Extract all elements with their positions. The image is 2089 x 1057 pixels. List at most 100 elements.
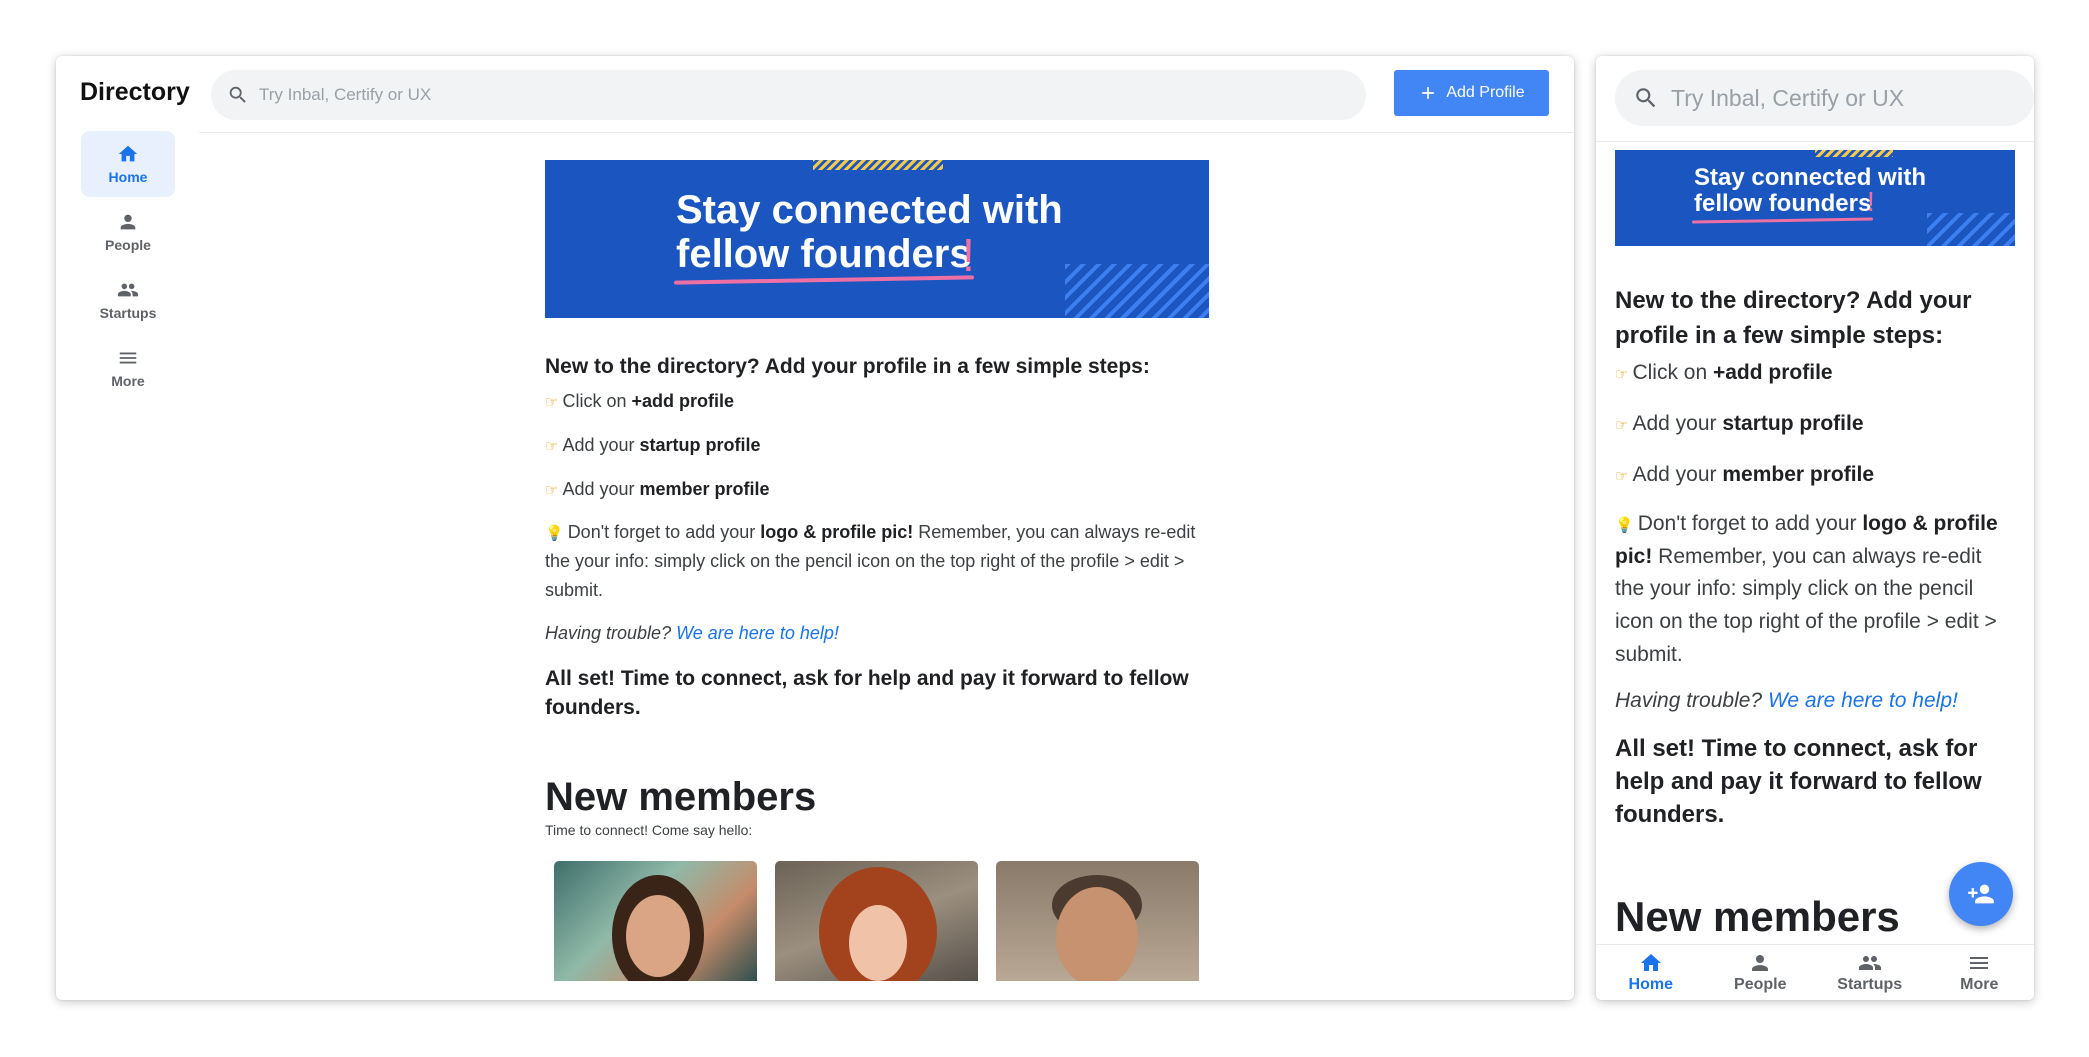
person-add-icon [1968,884,1994,904]
person-icon [120,214,136,230]
member-card[interactable] [996,860,1199,981]
tip-text-end: Remember, you can always re-edit the you… [1615,544,1997,666]
pointing-hand-icon: ☞ [1615,364,1629,383]
help-text: Having trouble? [1615,688,1768,712]
group-icon [117,283,139,297]
member-card[interactable] [775,860,978,981]
intro-title: New to the directory? Add your profile i… [1615,287,1972,349]
help-line: Having trouble? We are here to help! [545,623,1209,644]
sidebar-item-label: Startups [99,305,157,321]
step-item: ☞ Click on +add profile [545,389,1209,414]
hero-banner: Stay connected with fellow founders ! [545,160,1209,318]
help-line: Having trouble? We are here to help! [1615,689,2015,713]
search-bar[interactable] [211,70,1366,120]
banner-exclamation: ! [962,229,975,281]
header-divider [1596,141,2034,142]
bottom-tab-home[interactable]: Home [1596,945,1706,1000]
tip-paragraph: 💡 Don't forget to add your logo & profile… [1615,508,2015,672]
step-item: ☞ Add your startup profile [1615,409,2015,438]
bottom-tab-label: More [1960,976,1999,993]
search-icon [229,86,246,103]
search-input[interactable] [1671,84,1992,112]
step-text: Add your [562,479,640,500]
banner-stripe-decoration [813,160,943,170]
mobile-view: Stay connected with fellow founders ! Ne… [1596,56,2034,1000]
banner-headline: Stay connected with fellow founders [676,188,1063,276]
menu-icon [1970,957,1989,969]
banner-corner-decoration [1065,264,1209,318]
banner-line-2: fellow founders [1694,190,1872,218]
pointing-hand-icon: ☞ [545,393,559,411]
new-members-title: New members [545,774,817,819]
step-bold: member profile [639,479,770,500]
add-profile-button[interactable]: Add Profile [1394,70,1549,116]
sidebar-item-more[interactable]: More [81,335,175,401]
main-content: Stay connected with fellow founders ! Ne… [1615,150,2015,941]
tip-bold: logo & profile pic! [760,521,914,542]
bottom-nav: Home People Startups More [1596,944,2034,1000]
step-bold: startup profile [639,435,761,456]
bottom-tab-label: People [1734,976,1787,993]
tip-text: Don't forget to add your [1637,511,1863,535]
pointing-hand-icon: ☞ [545,437,559,456]
help-link[interactable]: We are here to help! [1768,689,1958,712]
step-bold: startup profile [1722,411,1864,435]
member-cards [545,860,1209,981]
sidebar-item-people[interactable]: People [81,199,175,265]
pointing-hand-icon: ☞ [1615,415,1629,434]
bottom-tab-people[interactable]: People [1706,945,1816,1000]
tip-paragraph: 💡 Don't forget to add your logo & profile… [545,518,1209,605]
step-item: ☞ Add your member profile [545,477,1209,502]
search-icon [1636,88,1656,108]
banner-line-1: Stay connected with [676,188,1063,232]
sidebar-item-home[interactable]: Home [81,131,175,197]
all-set-text: All set! Time to connect, ask for help a… [545,667,1189,720]
group-icon [1858,956,1881,970]
tip-text: Don't forget to add your [567,521,761,542]
step-bold: +add profile [1712,360,1833,384]
help-text: Having trouble? [545,623,677,644]
sidebar-item-label: People [105,237,151,253]
all-set-text: All set! Time to connect, ask for help a… [1615,734,1982,828]
step-text: Add your [562,435,640,456]
bottom-tab-more[interactable]: More [1925,945,2035,1000]
app-title: Directory [80,78,190,106]
pointing-hand-icon: ☞ [545,481,559,500]
home-icon [118,145,138,162]
sidebar-item-startups[interactable]: Startups [81,267,175,333]
lightbulb-icon: 💡 [545,523,564,542]
menu-icon [119,352,137,364]
bottom-tab-label: Home [1628,976,1673,993]
help-link[interactable]: We are here to help! [676,623,839,643]
sidebar-item-label: Home [108,169,148,185]
sidebar-nav: Home People Startups More [81,131,175,403]
add-profile-label: Add Profile [1446,84,1525,101]
step-text: Click on [1632,360,1713,384]
banner-exclamation: ! [1867,186,1875,217]
member-photo-face [626,894,690,977]
lightbulb-icon: 💡 [1615,515,1634,534]
banner-headline: Stay connected with fellow founders [1694,164,1926,218]
new-members-subtitle: Time to connect! Come say hello: [545,821,753,838]
search-input[interactable] [259,85,1285,105]
banner-stripe-decoration [1815,150,1893,157]
step-item: ☞ Add your startup profile [545,433,1209,458]
step-text: Add your [1632,463,1723,487]
bottom-tab-startups[interactable]: Startups [1815,945,1925,1000]
person-icon [1752,955,1769,971]
bottom-tab-label: Startups [1837,976,1903,993]
plus-icon [1422,87,1435,99]
search-bar[interactable] [1615,70,2034,126]
hero-banner: Stay connected with fellow founders ! [1615,150,2015,246]
add-person-fab[interactable] [1949,862,2013,926]
banner-line-2: fellow founders [676,232,972,276]
intro-title: New to the directory? Add your profile i… [545,355,1150,378]
member-photo-face [1056,886,1138,981]
pointing-hand-icon: ☞ [1615,467,1629,486]
step-text: Click on [562,391,632,411]
step-item: ☞ Click on +add profile [1615,358,2015,387]
step-bold: member profile [1722,463,1875,487]
home-icon [1640,954,1661,971]
step-bold: +add profile [631,391,734,411]
member-card[interactable] [554,860,757,981]
